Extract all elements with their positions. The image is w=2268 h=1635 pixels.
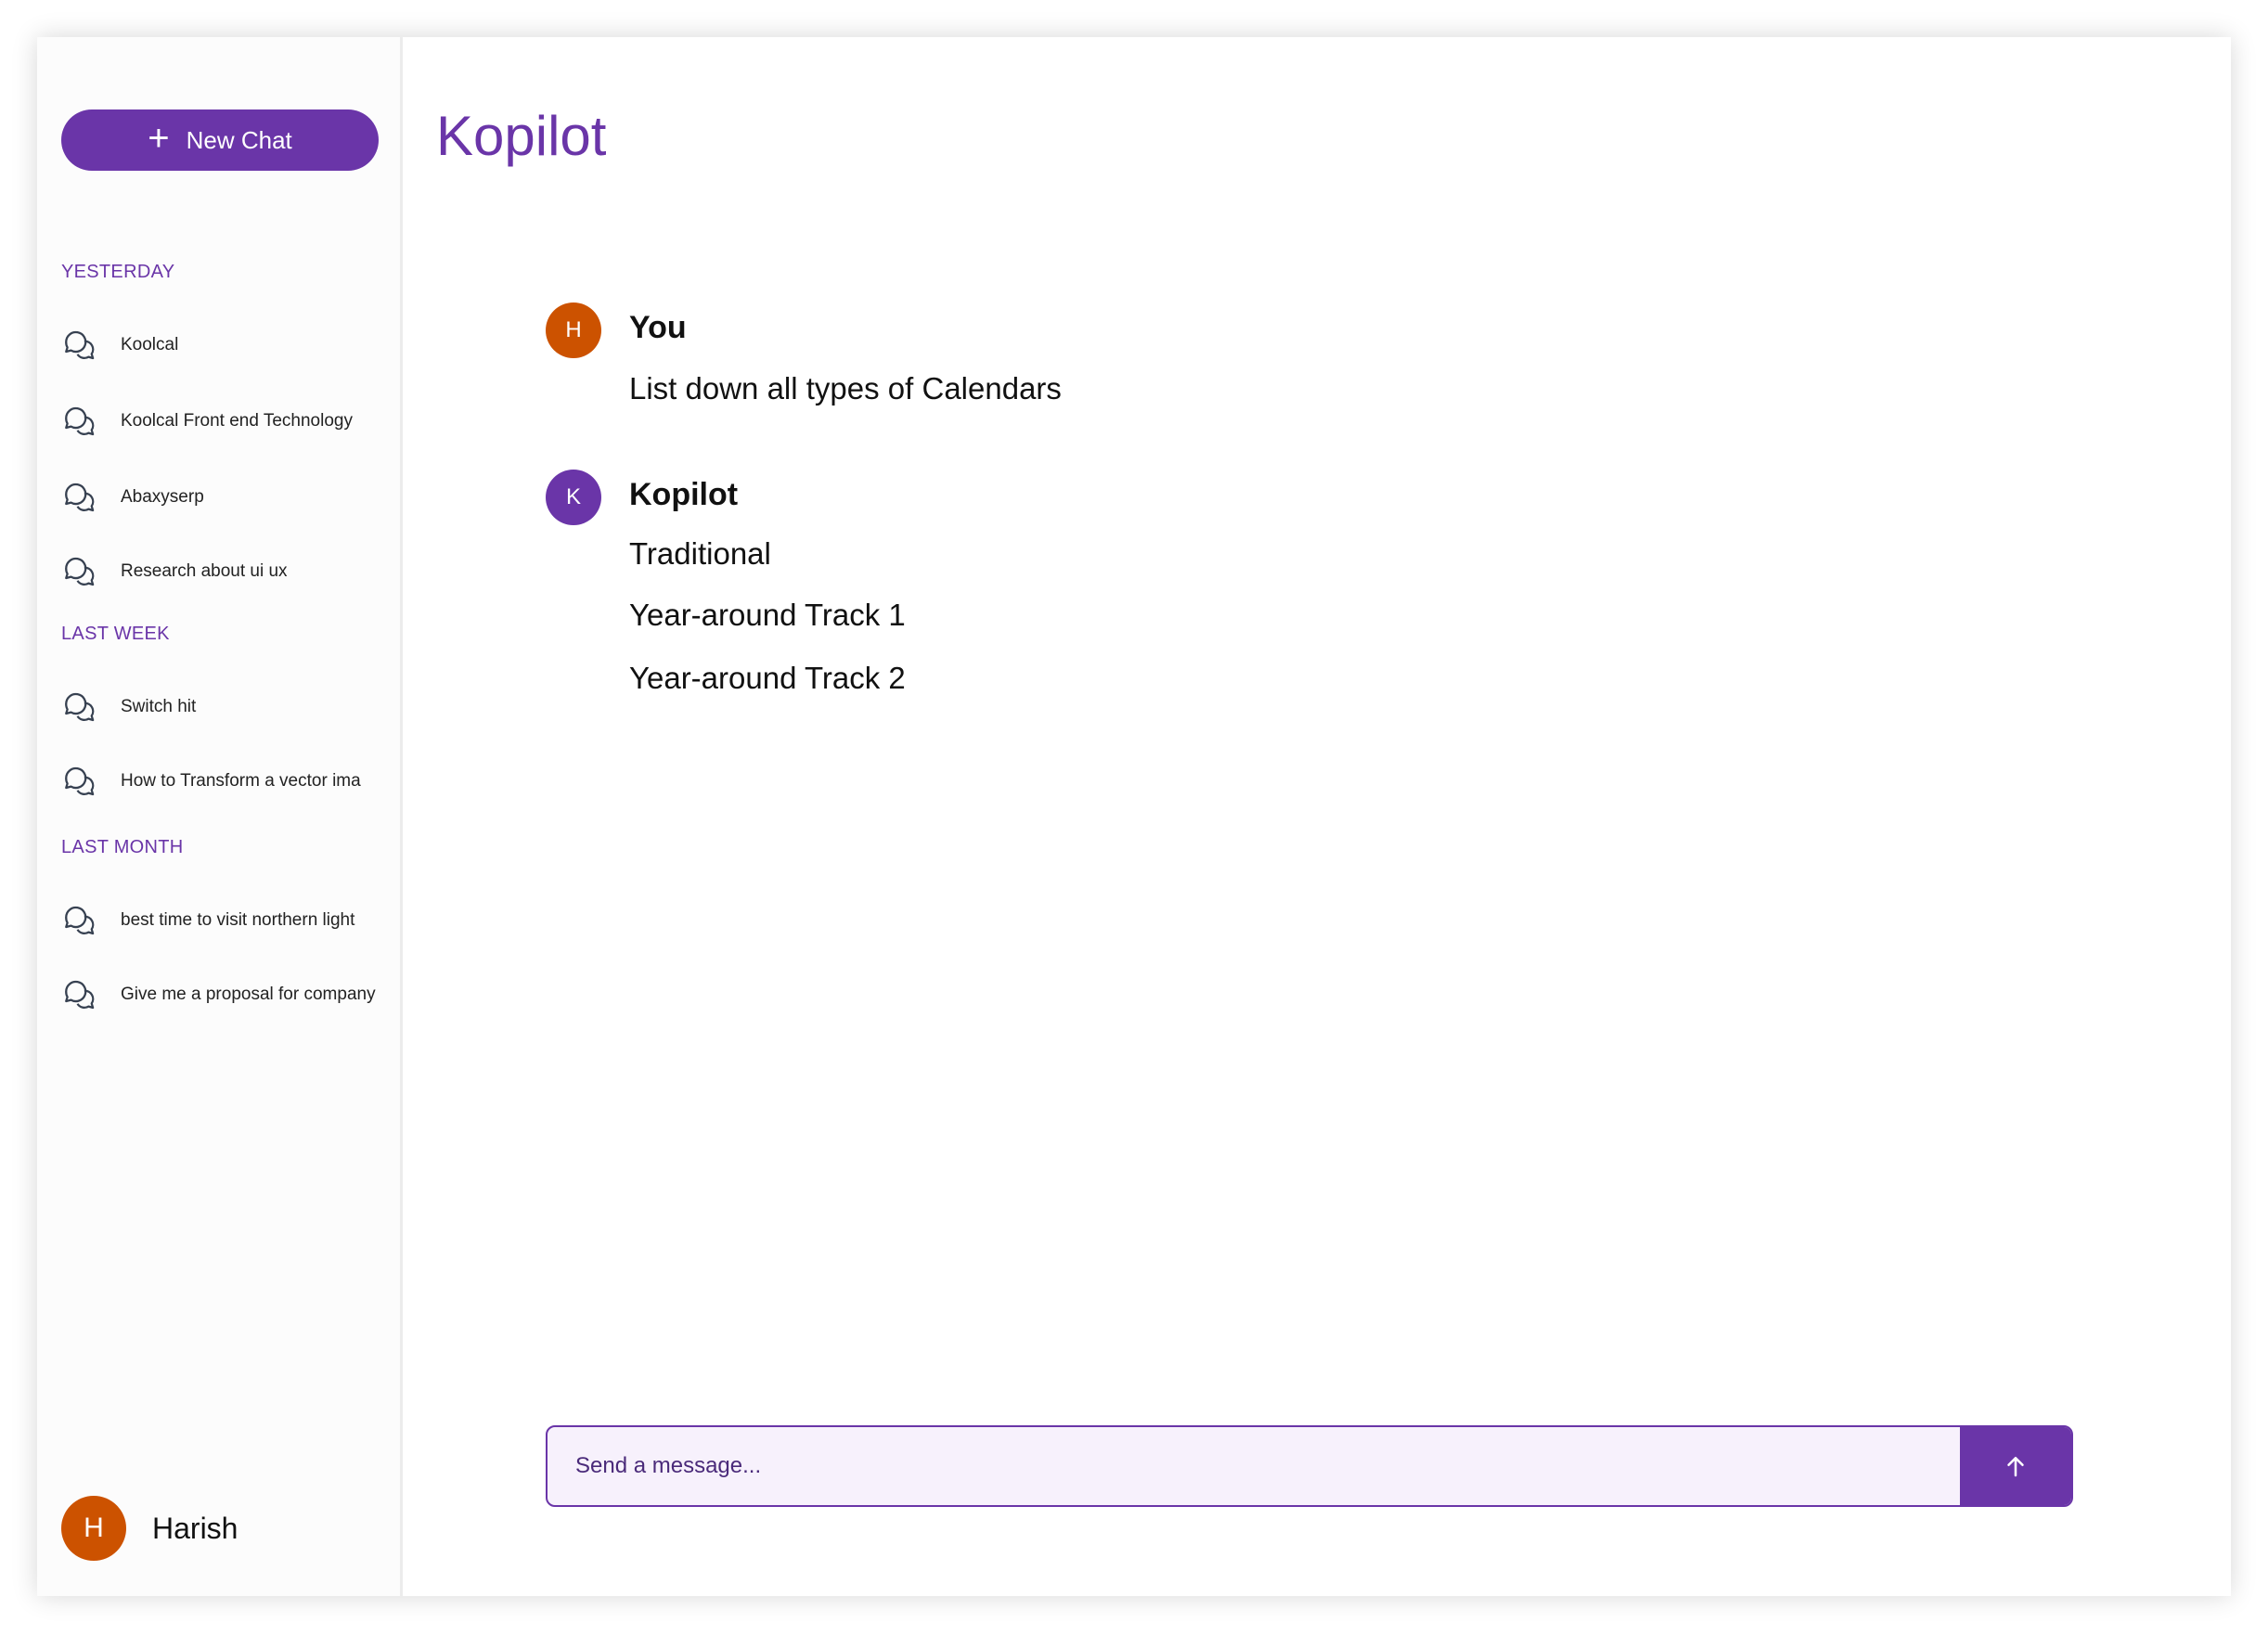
message-author: You (629, 310, 687, 345)
chat-item[interactable]: Koolcal Front end Technology (61, 397, 386, 445)
chat-item[interactable]: best time to visit northern light (61, 896, 386, 945)
chat-bubbles-icon (65, 980, 95, 1010)
chat-item-label: Switch hit (121, 697, 197, 716)
message-text: Year-around Track 1 (629, 598, 906, 632)
chat-item-label: How to Transform a vector ima (121, 771, 361, 791)
chat-bubbles-icon (65, 906, 95, 935)
message-text: List down all types of Calendars (629, 371, 1062, 406)
chat-bubbles-icon (65, 766, 95, 796)
message-text: Year-around Track 2 (629, 661, 906, 695)
section-last-week: LAST WEEK (61, 624, 170, 644)
chat-item-label: best time to visit northern light (121, 910, 355, 930)
chat-item[interactable]: How to Transform a vector ima (61, 757, 386, 805)
chat-bubbles-icon (65, 483, 95, 512)
chat-item[interactable]: Abaxyserp (61, 473, 386, 521)
avatar: H (61, 1496, 126, 1561)
message-author: Kopilot (629, 477, 739, 512)
chat-item-label: Give me a proposal for company (121, 985, 376, 1004)
arrow-up-icon (2007, 1457, 2024, 1477)
send-button[interactable] (1960, 1427, 2071, 1505)
chat-item-label: Koolcal Front end Technology (121, 411, 353, 431)
chat-item[interactable]: Research about ui ux (61, 547, 386, 596)
message-text: Traditional (629, 536, 771, 571)
message-input[interactable] (548, 1427, 1960, 1505)
user-name: Harish (152, 1511, 238, 1545)
avatar: K (546, 470, 601, 525)
avatar: H (546, 303, 601, 358)
chat-bubbles-icon (65, 330, 95, 360)
sidebar: + New Chat YESTERDAY Koolcal Koolcal Fro… (37, 37, 403, 1596)
section-last-month: LAST MONTH (61, 837, 184, 857)
chat-item-label: Abaxyserp (121, 487, 204, 507)
page-title: Kopilot (436, 105, 607, 167)
chat-item[interactable]: Give me a proposal for company (61, 971, 386, 1019)
chat-item[interactable]: Switch hit (61, 683, 386, 731)
user-profile[interactable]: H Harish (61, 1496, 238, 1561)
app-window: + New Chat YESTERDAY Koolcal Koolcal Fro… (37, 37, 2231, 1596)
chat-item[interactable]: Koolcal (61, 321, 386, 369)
new-chat-button[interactable]: + New Chat (61, 109, 379, 171)
chat-bubbles-icon (65, 557, 95, 586)
chat-bubbles-icon (65, 406, 95, 436)
chat-item-label: Research about ui ux (121, 561, 288, 581)
chat-item-label: Koolcal (121, 335, 179, 354)
chat-main: Kopilot H You List down all types of Cal… (403, 37, 2231, 1596)
plus-icon: + (148, 118, 170, 159)
new-chat-label: New Chat (186, 125, 292, 154)
chat-bubbles-icon (65, 692, 95, 722)
section-yesterday: YESTERDAY (61, 262, 175, 282)
message-composer (546, 1425, 2073, 1507)
